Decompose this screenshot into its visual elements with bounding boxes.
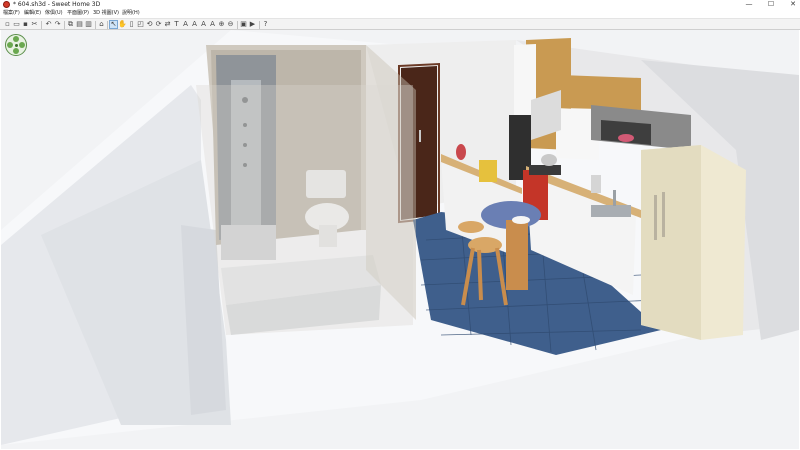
microwave-bowl [618,134,634,142]
create-polylines-icon[interactable]: ⟲ [145,20,154,29]
zoom-in-icon[interactable]: ⊕ [217,20,226,29]
fridge-side [641,145,701,340]
create-walls-icon[interactable]: ▯ [127,20,136,29]
paste-icon[interactable]: ▤ [75,20,84,29]
menu-plan[interactable]: 平面圖(P) [67,9,89,18]
toolbar-separator [95,21,96,29]
toolbar-separator [237,21,238,29]
create-rooms-icon[interactable]: ◰ [136,20,145,29]
toolbar-separator [64,21,65,29]
toolbar-separator [107,21,108,29]
sink-faucet [613,190,616,206]
flower-vase [456,144,466,160]
3d-scene[interactable] [1,30,799,449]
kitchen-sink [591,205,631,217]
menu-file[interactable]: 檔案(F) [3,9,20,18]
text-italic-icon[interactable]: A [199,20,208,29]
help-icon[interactable]: ? [261,20,270,29]
save-icon[interactable]: ▪ [21,20,30,29]
pan-icon[interactable]: ✋ [118,20,127,29]
nav-center-dot [15,44,18,47]
new-file-icon[interactable]: ▫ [3,20,12,29]
stove-top [529,165,561,175]
close-button[interactable]: ✕ [782,0,800,9]
bar-stool-back [458,221,484,233]
create-video-icon[interactable]: ▶ [248,20,257,29]
redo-icon[interactable]: ↷ [53,20,62,29]
add-furniture-icon[interactable]: ⌂ [97,20,106,29]
menu-edit[interactable]: 編輯(E) [24,9,41,18]
delete-icon[interactable]: ▥ [84,20,93,29]
fridge-handle-left [654,195,657,240]
nav-up-arrow[interactable] [13,36,19,42]
menu-bar: 檔案(F) 編輯(E) 傢俱(U) 平面圖(P) 3D 視圖(V) 說明(H) [0,9,800,18]
door-handle [419,130,421,142]
menu-furniture[interactable]: 傢俱(U) [45,9,63,18]
text-size-icon[interactable]: A [190,20,199,29]
stand-mixer [479,160,497,182]
add-text-icon[interactable]: T [172,20,181,29]
app-logo-icon [3,1,10,8]
create-dimensions-icon[interactable]: ⇄ [163,20,172,29]
create-photo-icon[interactable]: ▣ [239,20,248,29]
maximize-button[interactable]: ☐ [760,0,782,9]
open-file-icon[interactable]: ▭ [12,20,21,29]
bar-table-leg [506,220,528,290]
fridge-handle-right [662,192,665,237]
text-bold-icon[interactable]: A [208,20,217,29]
cooking-pot [541,154,557,166]
toolbar: ▫ ▭ ▪ ✂ ↶ ↷ ⧉ ▤ ▥ ⌂ ↖ ✋ ▯ ◰ ⟲ ⟳ ⇄ T A A … [0,18,800,30]
menu-3d-view[interactable]: 3D 視圖(V) [93,9,119,18]
nav-left-arrow[interactable] [7,42,13,48]
window-title: * 604.sh3d - Sweet Home 3D [13,1,101,8]
undo-icon[interactable]: ↶ [44,20,53,29]
cut-icon[interactable]: ✂ [30,20,39,29]
toolbar-separator [259,21,260,29]
minimize-button[interactable]: — [738,0,760,9]
3d-view[interactable] [1,30,799,449]
text-style-icon[interactable]: A [181,20,190,29]
title-bar: * 604.sh3d - Sweet Home 3D — ☐ ✕ [0,0,800,9]
nav-down-arrow[interactable] [13,48,19,54]
zoom-out-icon[interactable]: ⊖ [226,20,235,29]
menu-help[interactable]: 說明(H) [122,9,140,18]
nav-right-arrow[interactable] [19,42,25,48]
plate [512,216,530,224]
toolbar-separator [41,21,42,29]
bathroom-glass-front [196,85,413,335]
navigation-compass[interactable] [5,34,27,56]
utensil-holder [591,175,601,193]
rotate-icon[interactable]: ⟳ [154,20,163,29]
select-mode-icon[interactable]: ↖ [109,20,118,29]
upper-cabinet-wood [561,75,641,110]
copy-icon[interactable]: ⧉ [66,20,75,29]
